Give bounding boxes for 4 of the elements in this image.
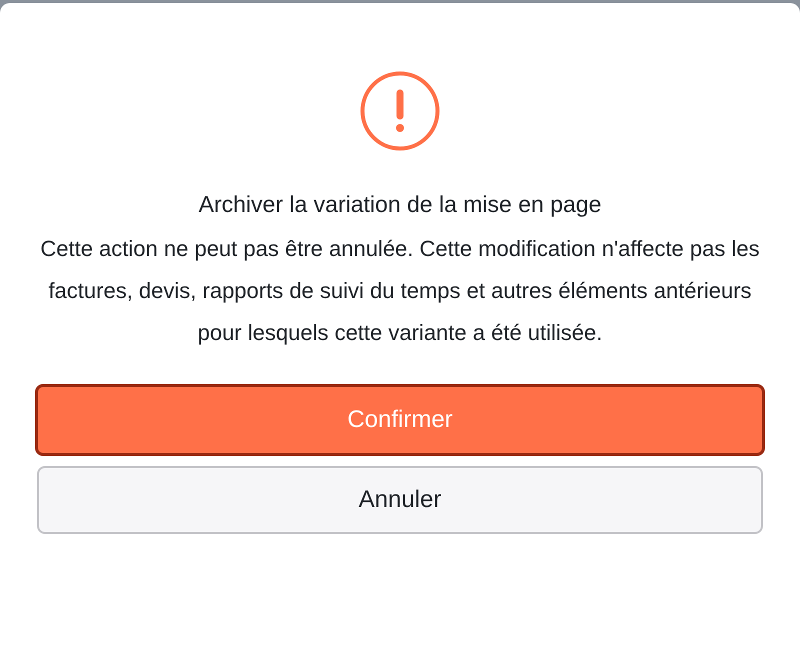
cancel-button[interactable]: Annuler bbox=[37, 466, 763, 534]
dialog-title: Archiver la variation de la mise en page bbox=[198, 190, 602, 219]
warning-icon bbox=[360, 71, 440, 151]
dialog-message: Cette action ne peut pas être annulée. Cette modification n'affecte pas les factures, devis, rapports de suivi du temps et autres éléments antérieurs pour lesquels cette variante a été utilisée. bbox=[39, 235, 761, 347]
